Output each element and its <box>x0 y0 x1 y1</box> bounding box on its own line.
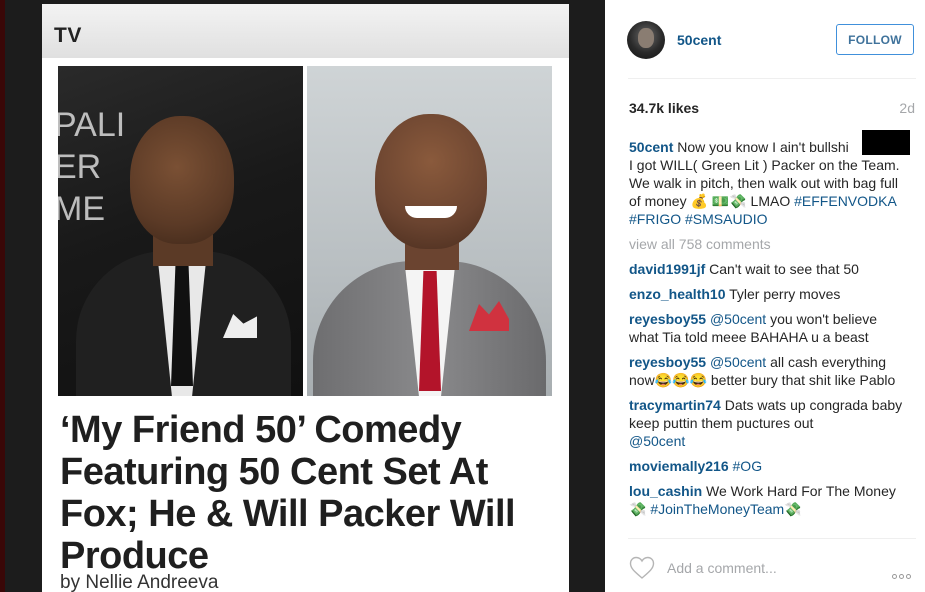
article-headline: ‘My Friend 50’ Comedy Featuring 50 Cent … <box>60 409 516 577</box>
hashtag[interactable]: #EFFENVODKA <box>794 193 896 209</box>
section-bar: TV <box>42 4 569 58</box>
hashtag[interactable]: #SMSAUDIO <box>685 211 767 227</box>
post-details-panel: 50cent FOLLOW 34.7k likes 2d 50cent Now … <box>605 0 925 592</box>
comment-text: Tyler perry moves <box>729 286 841 302</box>
mention-link[interactable]: @50cent <box>629 433 685 449</box>
section-label: TV <box>54 24 82 47</box>
post-time[interactable]: 2d <box>899 100 915 116</box>
post-header: 50cent FOLLOW <box>605 0 925 78</box>
hashtag[interactable]: #JoinTheMoneyTeam💸 <box>650 501 801 517</box>
username-link[interactable]: 50cent <box>677 32 721 48</box>
comment-user[interactable]: moviemally216 <box>629 458 729 474</box>
photo-will-packer <box>307 66 552 396</box>
backdrop-letters: PALI ER ME <box>58 106 126 228</box>
comments-list: 50cent Now you know I ain't bullshi I go… <box>629 138 909 525</box>
comment: tracymartin74 Dats wats up congrada baby… <box>629 396 909 450</box>
comment-user[interactable]: tracymartin74 <box>629 397 721 413</box>
hashtag[interactable]: #FRIGO <box>629 211 681 227</box>
comment: reyesboy55 @50cent you won't believe wha… <box>629 310 909 346</box>
add-comment-input[interactable] <box>667 558 867 578</box>
follow-button[interactable]: FOLLOW <box>836 24 914 55</box>
comment-user[interactable]: enzo_health10 <box>629 286 725 302</box>
header-divider <box>628 78 916 79</box>
article-screenshot: TV PALI ER ME ‘My Friend 50’ Comedy Feat… <box>42 4 569 592</box>
comment: moviemally216 #OG <box>629 457 909 475</box>
comment-user[interactable]: david1991jf <box>629 261 705 277</box>
caption-text: Now you know I ain't bullshi <box>677 139 849 155</box>
comment-user[interactable]: lou_cashin <box>629 483 702 499</box>
mention-link[interactable]: @50cent <box>710 311 766 327</box>
avatar[interactable] <box>627 21 665 59</box>
redaction-box <box>862 130 910 155</box>
hashtag[interactable]: #OG <box>733 458 763 474</box>
photo-50-cent: PALI ER ME <box>58 66 303 396</box>
post-image[interactable]: TV PALI ER ME ‘My Friend 50’ Comedy Feat… <box>5 0 605 592</box>
comment-text: Can't wait to see that 50 <box>709 261 859 277</box>
view-all-comments-link[interactable]: view all 758 comments <box>629 235 909 253</box>
heart-icon[interactable] <box>629 556 655 580</box>
likes-count[interactable]: 34.7k likes <box>629 100 699 116</box>
mention-link[interactable]: @50cent <box>710 354 766 370</box>
article-byline: by Nellie Andreeva <box>60 572 219 592</box>
more-options-icon[interactable] <box>892 566 918 579</box>
comment: reyesboy55 @50cent all cash everything n… <box>629 353 909 389</box>
footer-divider <box>628 538 916 539</box>
comment: lou_cashin We Work Hard For The Money💸 #… <box>629 482 909 518</box>
comment-user[interactable]: reyesboy55 <box>629 311 706 327</box>
comment-user[interactable]: reyesboy55 <box>629 354 706 370</box>
comment-user[interactable]: 50cent <box>629 139 673 155</box>
comment: david1991jf Can't wait to see that 50 <box>629 260 909 278</box>
comment: enzo_health10 Tyler perry moves <box>629 285 909 303</box>
